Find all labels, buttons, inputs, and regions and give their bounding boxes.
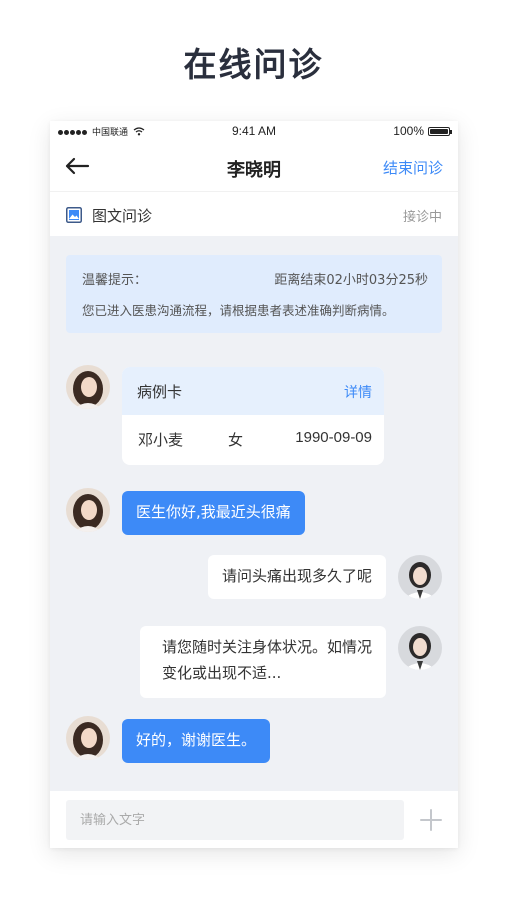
patient-avatar[interactable] (66, 716, 110, 760)
consultation-status: 接诊中 (402, 210, 442, 225)
case-card: 病例卡 详情 邓小麦 女 1990-09-09 (122, 367, 384, 465)
case-patient-name: 邓小麦 (138, 431, 184, 449)
status-bar: 中国联通 9:41 AM 100% (50, 121, 458, 141)
notice-text: 您已进入医患沟通流程，请根据患者表述准确判断病情。 (82, 303, 395, 318)
case-patient-gender: 女 (228, 431, 244, 449)
doctor-avatar[interactable] (398, 626, 442, 670)
phone-screen: 中国联通 9:41 AM 100% 李晓明 结束问诊 图文问诊 接诊中 温馨提示… (50, 121, 458, 848)
message-bubble: 好的，谢谢医生。 (122, 719, 271, 763)
nav-bar: 李晓明 结束问诊 (50, 141, 458, 191)
case-patient-dob: 1990-09-09 (295, 429, 372, 446)
patient-avatar[interactable] (66, 365, 110, 409)
message-bubble: 请您随时关注身体状况。如情况 变化或出现不适... (139, 626, 386, 698)
case-detail-link[interactable]: 详情 (344, 382, 372, 402)
patient-avatar[interactable] (66, 488, 110, 532)
notice-countdown: 距离结束02小时03分25秒 (274, 273, 428, 288)
message-line: 请您随时关注身体状况。如情况 (161, 638, 372, 656)
consultation-type-label: 图文问诊 (92, 207, 153, 225)
case-card-title: 病例卡 (137, 383, 183, 401)
consultation-type-bar: 图文问诊 接诊中 (50, 191, 458, 236)
battery-percent: 100% (393, 124, 424, 138)
battery-icon (428, 126, 452, 136)
message-line: 变化或出现不适... (161, 664, 282, 682)
message-bubble: 请问头痛出现多久了呢 (207, 555, 386, 599)
notice-title: 温馨提示： (82, 273, 148, 288)
page-title: 在线问诊 (183, 45, 324, 84)
message-input[interactable] (66, 800, 404, 840)
plus-icon[interactable] (420, 809, 442, 831)
input-bar (50, 791, 458, 848)
notice-box: 温馨提示： 距离结束02小时03分25秒 您已进入医患沟通流程，请根据患者表述准… (66, 255, 442, 333)
doctor-avatar[interactable] (398, 555, 442, 599)
message-bubble: 医生你好,我最近头很痛 (122, 491, 305, 535)
end-consultation-button[interactable]: 结束问诊 (383, 157, 443, 178)
image-text-icon (66, 207, 82, 223)
